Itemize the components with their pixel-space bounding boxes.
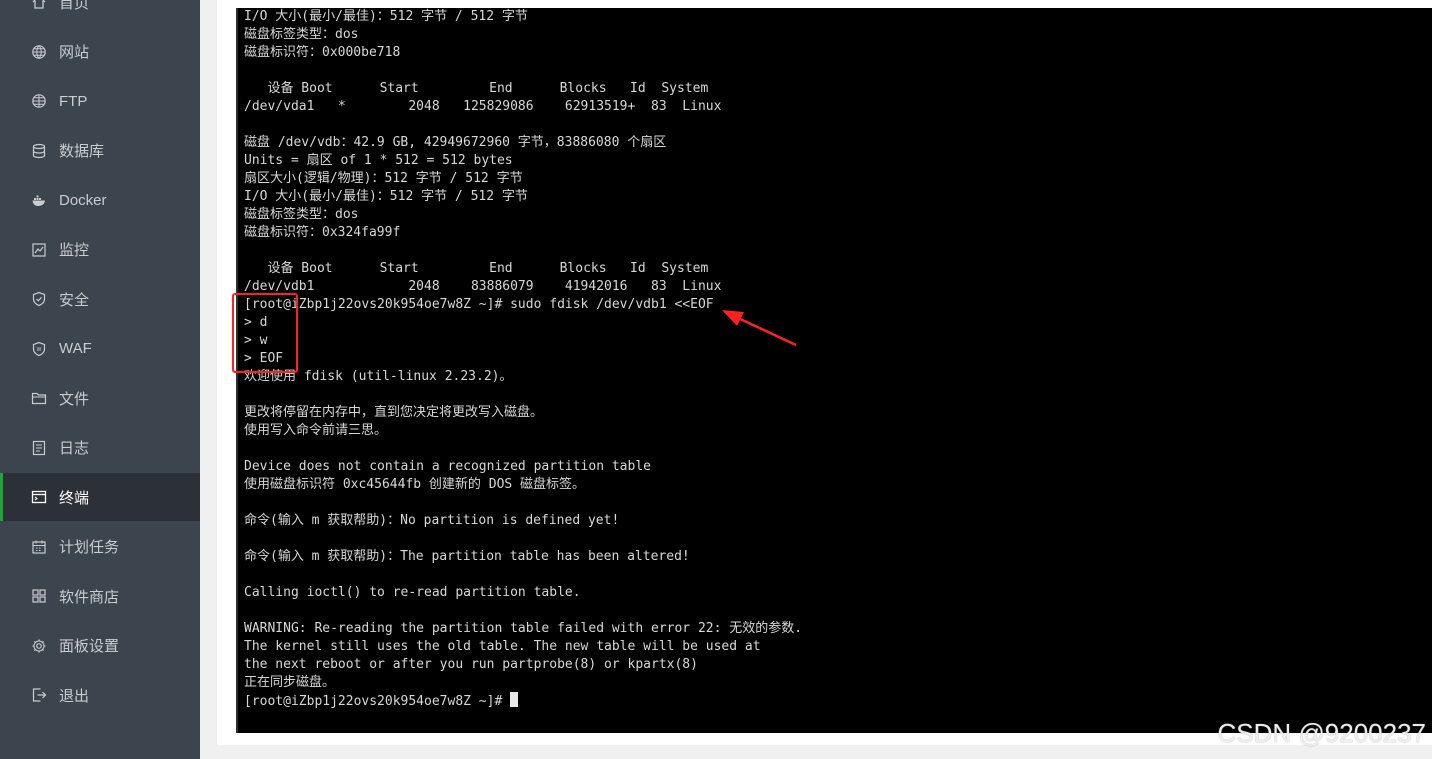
sidebar-item-label: 文件 — [59, 390, 90, 408]
terminal-line: WARNING: Re-reading the partition table … — [244, 621, 803, 636]
terminal-line: 设备 Boot Start End Blocks Id System — [244, 261, 709, 276]
terminal-line: I/O 大小(最小/最佳)：512 字节 / 512 字节 — [244, 9, 528, 24]
calendar-icon — [31, 539, 47, 555]
sidebar-item-4[interactable]: Docker — [0, 176, 200, 224]
sidebar-item-6[interactable]: 安全 — [0, 275, 200, 323]
terminal-icon — [31, 489, 47, 505]
sidebar-item-label: 监控 — [59, 242, 90, 259]
terminal-prompt-line[interactable]: [root@iZbp1j22ovs20k954oe7w8Z ~]# — [244, 692, 802, 710]
sidebar-item-14[interactable]: 退出 — [0, 671, 200, 719]
sidebar-item-label: FTP — [59, 92, 88, 110]
terminal-line: 扇区大小(逻辑/物理)：512 字节 / 512 字节 — [244, 171, 523, 186]
terminal-line: 正在同步磁盘。 — [244, 675, 336, 690]
sidebar-item-label: 数据库 — [59, 143, 105, 160]
home-icon — [31, 0, 47, 10]
terminal-cursor — [510, 692, 519, 707]
terminal-line: 磁盘标识符：0x000be718 — [244, 45, 401, 60]
sidebar-item-0[interactable]: 首页 — [0, 0, 200, 26]
monitor-icon — [31, 242, 47, 258]
terminal-line: 更改将停留在内存中，直到您决定将更改写入磁盘。 — [244, 405, 544, 420]
terminal-line: 磁盘 /dev/vdb：42.9 GB, 42949672960 字节，8388… — [244, 135, 667, 150]
terminal-line: 命令(输入 m 获取帮助)：No partition is defined ye… — [244, 513, 620, 528]
sidebar-item-label: 软件商店 — [59, 588, 120, 606]
terminal-line: /dev/vda1 * 2048 125829086 62913519+ 83 … — [244, 99, 722, 114]
annotation-highlight-box — [232, 293, 298, 373]
sidebar-item-5[interactable]: 监控 — [0, 226, 200, 274]
sidebar-item-label: 退出 — [59, 687, 90, 705]
sidebar-item-label: 终端 — [59, 489, 90, 507]
terminal-line: Device does not contain a recognized par… — [244, 459, 651, 474]
terminal-line: 磁盘标识符：0x324fa99f — [244, 225, 401, 240]
sidebar-item-12[interactable]: 软件商店 — [0, 572, 200, 620]
terminal-line: Units = 扇区 of 1 * 512 = 512 bytes — [244, 153, 513, 168]
gear-icon — [31, 638, 47, 654]
ftp-icon — [31, 93, 47, 109]
sidebar-item-8[interactable]: 文件 — [0, 374, 200, 422]
terminal-prompt: [root@iZbp1j22ovs20k954oe7w8Z ~]# — [244, 694, 511, 709]
terminal-line: 设备 Boot Start End Blocks Id System — [244, 81, 709, 96]
svg-text:W: W — [37, 347, 42, 353]
terminal-line: the next reboot or after you run partpro… — [244, 657, 698, 672]
database-icon — [31, 143, 47, 159]
terminal-line: 磁盘标签类型：dos — [244, 207, 359, 222]
sidebar: 首页网站 FTP 数据库 Docker 监控安全 W WAF 文件日志终端计划任务软件商店面板… — [0, 0, 200, 759]
sidebar-item-label: 首页 — [59, 0, 90, 12]
watermark: CSDN @9200237 — [1217, 718, 1426, 748]
apps-icon — [31, 588, 47, 604]
sidebar-item-9[interactable]: 日志 — [0, 424, 200, 472]
sidebar-item-13[interactable]: 面板设置 — [0, 622, 200, 670]
globe-icon — [31, 44, 47, 60]
terminal-line: 命令(输入 m 获取帮助)：The partition table has be… — [244, 549, 690, 564]
terminal-line: 使用磁盘标识符 0xc45644fb 创建新的 DOS 磁盘标签。 — [244, 477, 586, 492]
sidebar-item-label: 日志 — [59, 440, 90, 457]
sidebar-item-11[interactable]: 计划任务 — [0, 523, 200, 571]
sidebar-item-label: 网站 — [59, 44, 90, 61]
logout-icon — [31, 687, 47, 703]
terminal-line: > d — [244, 315, 268, 330]
sidebar-item-2[interactable]: FTP — [0, 77, 200, 125]
sidebar-item-1[interactable]: 网站 — [0, 28, 200, 76]
terminal-line: 使用写入命令前请三思。 — [244, 423, 388, 438]
sidebar-item-label: 计划任务 — [59, 539, 120, 556]
sidebar-item-label: Docker — [59, 191, 107, 209]
sidebar-item-7[interactable]: W WAF — [0, 325, 200, 373]
terminal-line: > EOF — [244, 351, 284, 366]
terminal-line: 欢迎使用 fdisk (util-linux 2.23.2)。 — [244, 369, 513, 384]
waf-icon: W — [31, 341, 47, 357]
terminal-line: /dev/vdb1 2048 83886079 41942016 83 Linu… — [244, 279, 722, 294]
folder-icon — [31, 390, 47, 406]
terminal-line: 磁盘标签类型：dos — [244, 27, 359, 42]
terminal-line: [root@iZbp1j22ovs20k954oe7w8Z ~]# sudo f… — [244, 297, 714, 312]
sidebar-item-label: WAF — [59, 340, 92, 357]
sidebar-item-label: 安全 — [59, 291, 90, 309]
sidebar-item-label: 面板设置 — [59, 638, 120, 655]
terminal-line: I/O 大小(最小/最佳)：512 字节 / 512 字节 — [244, 189, 528, 204]
sidebar-item-10[interactable]: 终端 — [0, 473, 200, 521]
terminal-output: I/O 大小(最小/最佳)：512 字节 / 512 字节 磁盘标签类型：dos 磁… — [244, 8, 802, 710]
terminal-line: The kernel still uses the old table. The… — [244, 639, 761, 654]
docker-icon — [31, 192, 47, 208]
terminal-line: > w — [244, 333, 268, 348]
sidebar-item-3[interactable]: 数据库 — [0, 127, 200, 175]
log-icon — [31, 440, 47, 456]
shield-icon — [31, 291, 47, 307]
terminal-line: Calling ioctl() to re-read partition tab… — [244, 585, 581, 600]
